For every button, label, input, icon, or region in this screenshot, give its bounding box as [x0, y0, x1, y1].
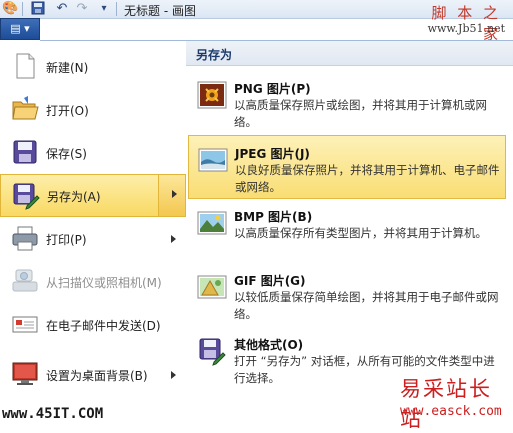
save-as-submenu: 另存为 PNG 图片(P) 以高质量保存照片或绘图，并将其用于计算机或网络。 J… [186, 41, 513, 428]
menu-item-from-scanner[interactable]: 从扫描仪或照相机(M) [0, 260, 186, 303]
redo-icon[interactable]: ↷ [74, 1, 90, 17]
open-folder-icon [10, 94, 40, 124]
menu-item-label: 打开(O) [46, 104, 89, 118]
jpeg-image-icon [197, 144, 229, 176]
menu-item-save[interactable]: 保存(S) [0, 131, 186, 174]
save-as-icon [10, 180, 40, 210]
watermark-bottom-right-text: 易采站长站 [400, 377, 492, 431]
png-image-icon [196, 79, 228, 111]
save-icon[interactable] [30, 1, 46, 17]
menu-item-label: 另存为(A) [47, 190, 101, 204]
menu-item-label: 在电子邮件中发送(D) [46, 319, 161, 333]
submenu-header: 另存为 [186, 41, 513, 66]
watermark-bottom-right-url: www.easck.com [400, 404, 502, 419]
menu-item-label: 打印(P) [46, 233, 87, 247]
format-title: BMP 图片(B) [234, 210, 313, 224]
menu-item-label: 新建(N) [46, 61, 89, 75]
format-description: 以高质量保存所有类型图片，并将其用于计算机。 [234, 226, 487, 240]
menu-item-label: 设置为桌面背景(B) [46, 369, 148, 383]
menu-item-send-email[interactable]: 在电子邮件中发送(D) [0, 303, 186, 346]
format-description: 以良好质量保存照片，并将其用于计算机、电子邮件或网络。 [235, 163, 500, 194]
save-as-png[interactable]: PNG 图片(P) 以高质量保存照片或绘图，并将其用于计算机或网络。 [188, 71, 506, 135]
menu-item-print[interactable]: 打印(P) [0, 217, 186, 260]
chevron-right-icon [172, 190, 177, 198]
desktop-background-icon [10, 359, 40, 389]
new-file-icon [10, 51, 40, 81]
save-as-bmp[interactable]: BMP 图片(B) 以高质量保存所有类型图片，并将其用于计算机。 [188, 199, 506, 263]
chevron-right-icon [171, 235, 176, 243]
menu-item-save-as[interactable]: 另存为(A) [0, 174, 186, 217]
format-title: PNG 图片(P) [234, 82, 311, 96]
watermark-url: www.Jb51.net [427, 22, 505, 35]
toolbar-separator [22, 2, 23, 16]
menu-item-label: 保存(S) [46, 147, 87, 161]
toolbar-separator [116, 2, 117, 16]
paint-app-icon[interactable]: 🎨 [2, 1, 18, 17]
application-menu-button[interactable]: ▤ ▾ [0, 18, 40, 40]
email-icon [10, 309, 40, 339]
format-title: GIF 图片(G) [234, 274, 306, 288]
watermark-top-right: 脚 本 之 家 www.Jb51.net [409, 0, 509, 43]
undo-icon[interactable]: ↶ [54, 1, 70, 17]
menu-item-new[interactable]: 新建(N) [0, 45, 186, 88]
format-description: 以较低质量保存简单绘图，并将其用于电子邮件或网络。 [234, 290, 499, 321]
submenu-arrow-box[interactable] [158, 175, 185, 216]
application-menu: 新建(N) 打开(O) 保存(S) 另存为(A) 打印(P) 从扫描仪或照相机(… [0, 41, 187, 428]
gif-image-icon [196, 271, 228, 303]
chevron-right-icon [171, 371, 176, 379]
watermark-bottom-left: www.45IT.COM [2, 406, 104, 422]
customize-toolbar-icon[interactable]: ▾ [96, 1, 112, 17]
save-as-jpeg[interactable]: JPEG 图片(J) 以良好质量保存照片，并将其用于计算机、电子邮件或网络。 [188, 135, 506, 199]
scanner-camera-icon [10, 266, 40, 296]
submenu-title: 另存为 [196, 48, 233, 62]
format-description: 以高质量保存照片或绘图，并将其用于计算机或网络。 [234, 98, 487, 129]
save-disk-icon [10, 137, 40, 167]
format-title: JPEG 图片(J) [235, 147, 310, 161]
menu-item-open[interactable]: 打开(O) [0, 88, 186, 131]
menu-item-label: 从扫描仪或照相机(M) [46, 276, 162, 290]
bmp-image-icon [196, 207, 228, 239]
window-title: 无标题 - 画图 [124, 4, 196, 18]
printer-icon [10, 223, 40, 253]
format-title: 其他格式(O) [234, 338, 304, 352]
menu-item-set-desktop-background[interactable]: 设置为桌面背景(B) [0, 353, 186, 396]
save-as-gif[interactable]: GIF 图片(G) 以较低质量保存简单绘图，并将其用于电子邮件或网络。 [188, 263, 506, 327]
other-formats-icon [196, 335, 228, 367]
